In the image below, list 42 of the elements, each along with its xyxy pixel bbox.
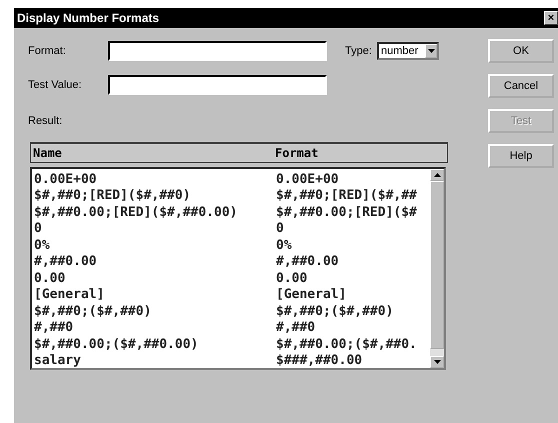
table-cell[interactable]: 0 <box>32 221 274 236</box>
dialog-button[interactable]: OK <box>488 39 554 63</box>
input-field[interactable] <box>108 75 327 95</box>
scroll-thumb[interactable] <box>430 181 444 349</box>
table-cell[interactable]: $#,##0;($#,##0) <box>32 304 274 319</box>
table-cell[interactable]: $#,##0.00;[RED]($#,##0.00) <box>32 204 274 220</box>
table-cell[interactable]: $###,##0.00 <box>274 353 362 368</box>
result-label: Result: <box>28 115 64 127</box>
type-dropdown[interactable]: number <box>377 42 439 60</box>
dialog-button[interactable]: Help <box>488 144 554 168</box>
table-cell[interactable]: 0.00E+00 <box>274 172 339 187</box>
table-cell[interactable]: salary <box>32 353 274 368</box>
table-cell[interactable]: 0 <box>274 221 284 236</box>
table-cell[interactable]: $#,##0.00;[RED]($# <box>274 204 417 220</box>
column-header: Format <box>274 146 318 160</box>
table-cell[interactable]: 0.00 <box>274 270 308 286</box>
table-cell[interactable]: 0% <box>274 238 292 253</box>
table-cell[interactable]: 0% <box>32 238 274 253</box>
table-cell[interactable]: #,##0 <box>32 320 274 336</box>
table-cell[interactable]: $#,##0.00;($#,##0.00) <box>32 336 274 352</box>
dialog-button[interactable]: Cancel <box>488 74 554 98</box>
column-header: Name <box>32 146 63 160</box>
table-cell[interactable]: #,##0 <box>274 320 316 336</box>
table-cell[interactable]: 0.00 <box>32 270 274 286</box>
window-title: Display Number Formats <box>17 11 160 25</box>
table-cell[interactable]: $#,##0.00;($#,##0. <box>274 336 417 352</box>
field-label: Format: <box>28 45 67 57</box>
table-cell[interactable]: $#,##0;($#,##0) <box>274 304 394 319</box>
input-field[interactable] <box>108 41 327 61</box>
close-button[interactable]: × <box>544 11 558 25</box>
table-cell[interactable]: $#,##0;[RED]($#,##0) <box>32 188 274 204</box>
type-label: Type: <box>345 45 373 57</box>
scroll-up-icon[interactable] <box>430 169 444 181</box>
scroll-down-icon[interactable] <box>430 356 444 368</box>
field-label: Test Value: <box>28 79 83 91</box>
table-cell[interactable]: [General] <box>274 287 346 302</box>
table-cell[interactable]: [General] <box>32 287 274 302</box>
table-cell[interactable]: #,##0.00 <box>274 254 339 270</box>
table-cell[interactable]: 0.00E+00 <box>32 172 274 187</box>
table-cell[interactable]: $#,##0;[RED]($#,## <box>274 188 417 204</box>
table-cell[interactable]: #,##0.00 <box>32 254 274 270</box>
scrollbar[interactable] <box>430 169 444 368</box>
